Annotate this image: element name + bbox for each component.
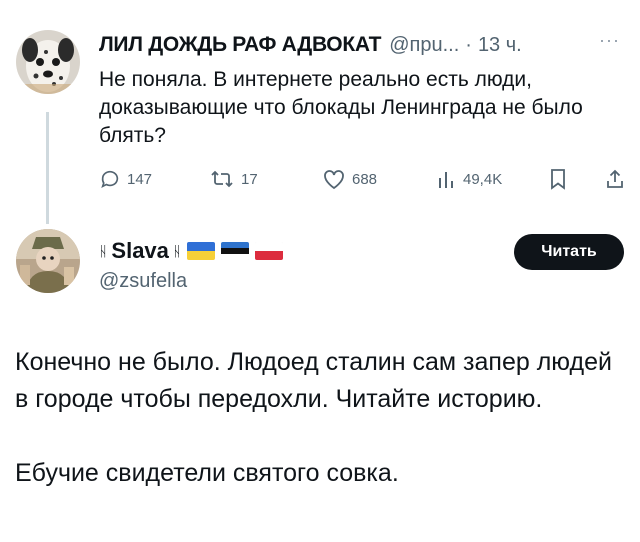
share-icon bbox=[607, 169, 623, 188]
tweet1-author-name[interactable]: ЛИЛ ДОЖДЬ РАФ АДВОКАТ bbox=[99, 33, 382, 57]
poland-flag-icon bbox=[255, 242, 284, 260]
views-count: 49,4K bbox=[463, 170, 503, 188]
like-count: 688 bbox=[352, 170, 378, 188]
tweet2-handle[interactable]: @zsufella bbox=[99, 270, 187, 293]
more-options-icon[interactable]: ··· bbox=[599, 30, 620, 51]
repost-icon bbox=[211, 170, 233, 188]
tweet2-paragraph-2: Ебучие свидетели святого совка. bbox=[15, 459, 399, 487]
repost-count: 17 bbox=[241, 170, 258, 188]
ukraine-flag-icon bbox=[187, 242, 216, 260]
reply-icon bbox=[101, 170, 119, 188]
like-button[interactable]: 688 bbox=[322, 168, 377, 190]
tweet2-author-row: ᚺ Slava ᚺ bbox=[99, 238, 284, 264]
heart-icon bbox=[324, 170, 344, 190]
tweet1-timestamp[interactable]: 13 ч. bbox=[478, 34, 522, 57]
reply-button[interactable]: 147 bbox=[99, 168, 152, 190]
views-chart-icon bbox=[439, 172, 453, 188]
bookmark-icon bbox=[551, 169, 565, 190]
estonia-flag-icon bbox=[221, 242, 250, 260]
follow-button[interactable]: Читать bbox=[514, 234, 624, 270]
views-button[interactable]: 49,4K bbox=[437, 168, 502, 190]
avatar-slava[interactable] bbox=[16, 229, 80, 293]
reply-count: 147 bbox=[127, 170, 153, 188]
author-rune-prefix: ᚺ bbox=[99, 243, 108, 259]
tweet1-text: Не поняла. В интернете реально есть люди… bbox=[99, 68, 583, 147]
tweet1-header: ЛИЛ ДОЖДЬ РАФ АДВОКАТ @пpu... · 13 ч. bbox=[99, 33, 522, 57]
bookmark-button[interactable] bbox=[549, 168, 567, 190]
repost-button[interactable]: 17 bbox=[209, 168, 258, 190]
tweet1-handle[interactable]: @пpu... bbox=[389, 34, 459, 57]
tweet1-action-bar: 147 17 688 49,4K bbox=[0, 168, 640, 196]
tweet2-text: Конечно не было. Людоед сталин сам запер… bbox=[15, 344, 615, 492]
tweet1-separator: · bbox=[465, 34, 472, 56]
avatar-dalmatian[interactable] bbox=[16, 30, 80, 94]
tweet2-author-name[interactable]: Slava bbox=[111, 238, 169, 264]
share-button[interactable] bbox=[605, 168, 625, 190]
tweet2-paragraph-1: Конечно не было. Людоед сталин сам запер… bbox=[15, 348, 612, 413]
author-rune-suffix: ᚺ bbox=[172, 243, 182, 259]
